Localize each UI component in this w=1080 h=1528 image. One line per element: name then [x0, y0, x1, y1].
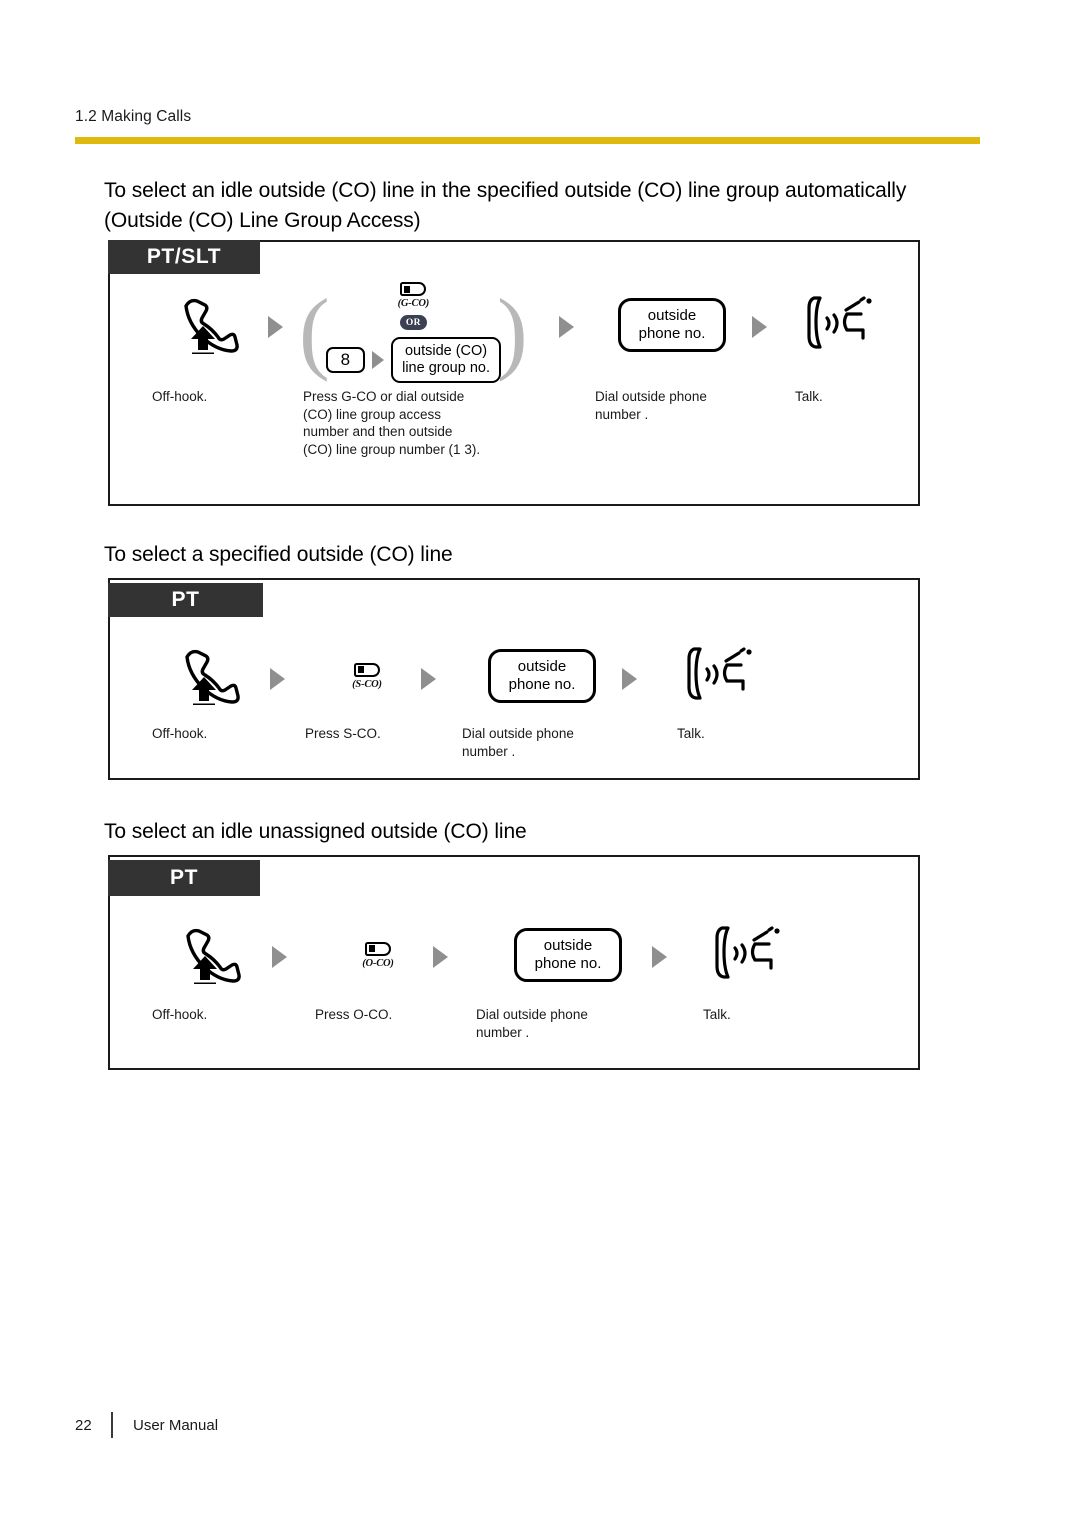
talk-art — [665, 640, 775, 712]
flow-arrow-icon — [372, 351, 385, 369]
g-co-button-icon: (G-CO) — [398, 282, 429, 309]
off-hook-art — [150, 282, 268, 368]
step-caption: Press O-CO. — [315, 1007, 393, 1022]
talk-icon — [803, 292, 877, 359]
flow-arrow-icon — [652, 946, 667, 968]
s-co-button-label: (S-CO) — [352, 678, 382, 690]
section-heading-1: To select an idle outside (CO) line in t… — [104, 179, 907, 232]
flow-arrow-icon — [421, 668, 436, 690]
talk-icon — [711, 922, 785, 989]
section-heading-2: To select a specified outside (CO) line — [104, 543, 453, 566]
s-co-button-icon: (S-CO) — [352, 662, 382, 690]
running-header: 1.2 Making Calls — [75, 108, 192, 125]
procedure-flow-1: Off-hook. ( (G-CO) OR 8 outside (CO) lin… — [150, 279, 895, 457]
co-key-shape — [365, 941, 391, 956]
step-caption: Dial outside phone number . — [476, 1007, 588, 1040]
procedure-tab-3: PT — [108, 860, 260, 896]
g-co-group-inner: (G-CO) OR 8 outside (CO) line group no. — [325, 282, 501, 383]
flow-arrow-icon — [559, 316, 574, 338]
step-caption: Talk. — [677, 726, 705, 741]
flow-arrow-icon — [270, 668, 285, 690]
procedure-flow-3: Off-hook. (O-CO) Press O-CO. outside pho… — [150, 918, 803, 1040]
step-caption: Press S-CO. — [305, 726, 381, 741]
o-co-button-icon: (O-CO) — [362, 941, 394, 969]
off-hook-handset-icon — [180, 922, 242, 989]
flow-arrow-icon — [433, 946, 448, 968]
outside-co-line-group-no-box: outside (CO) line group no. — [391, 337, 501, 383]
procedure-flow-2: Off-hook. (S-CO) Press S-CO. outside pho… — [150, 640, 775, 759]
flow-arrow-icon — [268, 316, 283, 338]
step-talk: Talk. — [785, 282, 895, 404]
flow-arrow-icon — [272, 946, 287, 968]
step-caption: Off-hook. — [152, 726, 208, 741]
step-dial-number: outside phone no. Dial outside phone num… — [476, 918, 652, 1040]
step-caption: Off-hook. — [152, 389, 208, 404]
flow-arrow-icon — [752, 316, 767, 338]
step-press-s-co: (S-CO) Press S-CO. — [305, 640, 421, 741]
co-key-shape — [400, 282, 427, 296]
talk-art — [693, 918, 803, 992]
g-co-button-group: ( (G-CO) OR 8 outside (CO) line group no… — [299, 279, 528, 383]
dial-sequence-row: 8 outside (CO) line group no. — [325, 337, 501, 383]
flow-arrow-icon — [622, 668, 637, 690]
off-hook-handset-icon — [179, 643, 241, 710]
step-dial-number: outside phone no. Dial outside phone num… — [462, 640, 622, 759]
step-caption: Dial outside phone number . — [462, 726, 574, 759]
step-off-hook: Off-hook. — [150, 282, 268, 404]
step-caption: Talk. — [795, 389, 823, 404]
talk-icon — [683, 643, 757, 710]
keycap-8: 8 — [325, 347, 366, 373]
step-caption: Dial outside phone number . — [595, 389, 707, 422]
footer-page-number: 22 — [75, 1416, 92, 1434]
step-press-g-co: ( (G-CO) OR 8 outside (CO) line group no… — [299, 279, 551, 457]
header-accent-rule — [75, 137, 980, 144]
outside-phone-no-box: outside phone no. — [617, 298, 727, 352]
step-press-o-co: (O-CO) Press O-CO. — [315, 918, 433, 1022]
step-talk: Talk. — [665, 640, 775, 741]
off-hook-art — [150, 918, 272, 992]
page-footer: 22 User Manual — [75, 1412, 218, 1438]
step-off-hook: Off-hook. — [150, 640, 270, 741]
outside-phone-no-box: outside phone no. — [487, 649, 597, 703]
dial-number-art: outside phone no. — [462, 640, 622, 712]
co-key-shape — [354, 662, 380, 677]
step-talk: Talk. — [693, 918, 803, 1022]
footer-divider — [111, 1412, 113, 1438]
step-caption: Press G-CO or dial outside (CO) line gro… — [303, 389, 481, 457]
or-badge: OR — [399, 315, 427, 330]
step-caption: Off-hook. — [152, 1007, 208, 1022]
footer-document-title: User Manual — [133, 1416, 219, 1434]
section-heading-3: To select an idle unassigned outside (CO… — [104, 820, 527, 843]
step-dial-number: outside phone no. Dial outside phone num… — [592, 282, 752, 422]
g-co-button-label: (G-CO) — [397, 298, 430, 309]
dial-number-art: outside phone no. — [592, 282, 752, 368]
o-co-button-label: (O-CO) — [362, 957, 394, 969]
off-hook-handset-icon — [178, 292, 240, 359]
procedure-tab-1: PT/SLT — [108, 240, 260, 274]
off-hook-art — [150, 640, 270, 712]
dial-number-art: outside phone no. — [484, 918, 652, 992]
outside-phone-no-box: outside phone no. — [513, 928, 623, 982]
step-off-hook: Off-hook. — [150, 918, 272, 1022]
step-caption: Talk. — [703, 1007, 731, 1022]
s-co-art: (S-CO) — [313, 640, 421, 712]
o-co-art: (O-CO) — [323, 918, 433, 992]
talk-art — [785, 282, 895, 368]
procedure-tab-2: PT — [108, 583, 263, 617]
